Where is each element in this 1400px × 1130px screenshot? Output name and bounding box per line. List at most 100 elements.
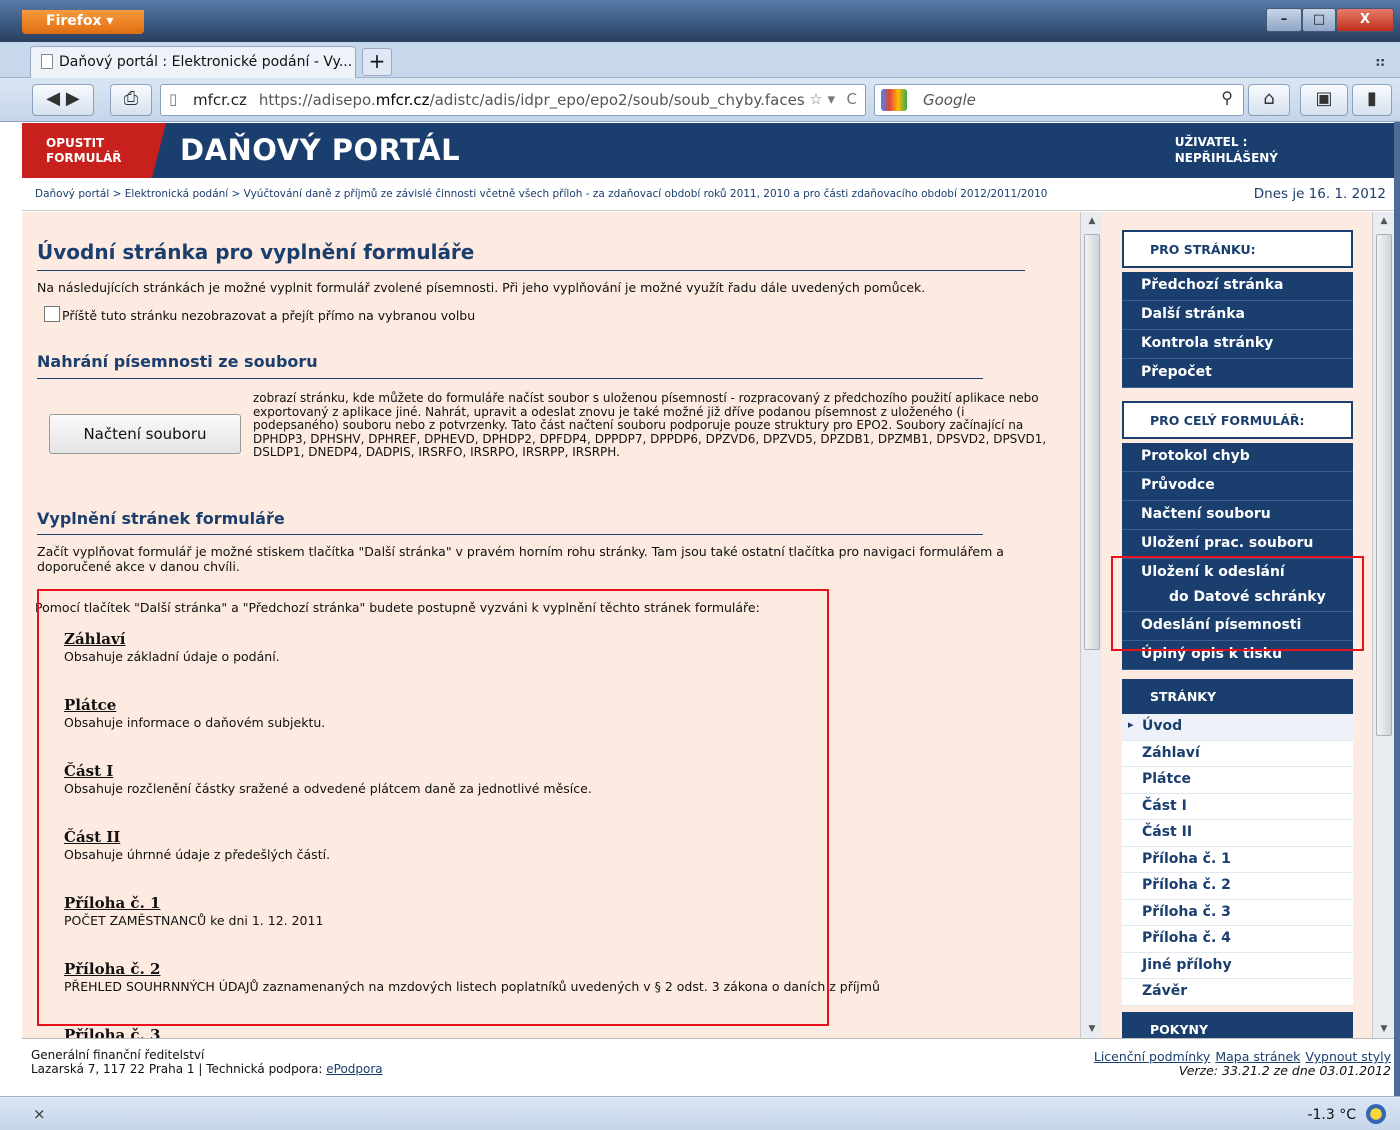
form-actions-list: Protokol chyb Průvodce Načtení souboru U…: [1122, 443, 1353, 670]
breadcrumb-bar: Daňový portál > Elektronická podání > Vy…: [22, 178, 1394, 211]
load-file-button[interactable]: Načtení souboru: [49, 414, 241, 454]
section-description: Obsahuje informace o daňovém subjektu.: [64, 715, 326, 730]
instructions-heading[interactable]: POKYNY: [1122, 1012, 1353, 1038]
bookmark-star-icon[interactable]: ☆ ▾: [809, 90, 835, 108]
site-identity[interactable]: mfcr.cz: [193, 91, 247, 109]
browser-tab[interactable]: Daňový portál : Elektronické podání - Vy…: [30, 46, 356, 78]
next-page-button[interactable]: Další stránka: [1122, 301, 1353, 330]
minimize-button[interactable]: –: [1266, 8, 1302, 32]
recalculate-button[interactable]: Přepočet: [1122, 359, 1353, 388]
upload-divider: [37, 378, 983, 379]
scroll-thumb[interactable]: [1084, 234, 1100, 650]
weather-icon[interactable]: [1366, 1104, 1386, 1124]
navigation-toolbar: ◀ ▶ ⎙ ▯ mfcr.cz https://adisepo.mfcr.cz/a…: [0, 78, 1400, 122]
portal-header: OPUSTIT FORMULÁŘ DAŇOVÝ PORTÁL UŽIVATEL …: [22, 123, 1394, 178]
section-link[interactable]: Záhlaví: [64, 630, 280, 648]
section-link[interactable]: Příloha č. 2: [64, 960, 880, 978]
breadcrumb[interactable]: Daňový portál > Elektronická podání > Vy…: [35, 188, 1047, 200]
maximize-button[interactable]: □: [1302, 8, 1336, 32]
upload-heading: Nahrání písemnosti ze souboru: [37, 352, 318, 371]
tab-title: Daňový portál : Elektronické podání - Vy…: [59, 54, 353, 70]
main-content: Úvodní stránka pro vyplnění formuláře Na…: [22, 212, 1080, 1038]
page-title: Úvodní stránka pro vyplnění formuláře: [37, 240, 475, 264]
page-link-uvod[interactable]: Úvod: [1122, 714, 1353, 741]
scroll-down-icon[interactable]: ▼: [1373, 1020, 1395, 1038]
helper-text: Pomocí tlačítek "Další stránka" a "Předc…: [35, 600, 760, 615]
page-link-cast-2[interactable]: Část II: [1122, 820, 1353, 847]
page-link-priloha-2[interactable]: Příloha č. 2: [1122, 873, 1353, 900]
main-scrollbar[interactable]: ▲ ▼: [1080, 212, 1102, 1038]
page-link-zaver[interactable]: Závěr: [1122, 979, 1353, 1006]
license-link[interactable]: Licenční podmínky: [1094, 1049, 1210, 1064]
tab-list-icon[interactable]: ⠶: [1374, 52, 1386, 71]
page-link-jine-prilohy[interactable]: Jiné přílohy: [1122, 952, 1353, 979]
addon-icon[interactable]: ▣: [1300, 84, 1348, 116]
form-sidebar: PRO STRÁNKU: Předchozí stránka Další str…: [1102, 212, 1372, 1038]
page-actions-list: Předchozí stránka Další stránka Kontrola…: [1122, 272, 1353, 388]
section-link[interactable]: Plátce: [64, 696, 325, 714]
disable-styles-link[interactable]: Vypnout styly: [1305, 1049, 1391, 1064]
section-link[interactable]: Část II: [64, 828, 330, 846]
page-link-priloha-4[interactable]: Příloha č. 4: [1122, 926, 1353, 953]
print-copy-button[interactable]: Úplný opis k tisku: [1122, 641, 1353, 670]
fill-heading: Vyplnění stránek formuláře: [37, 509, 285, 528]
bookmarks-icon[interactable]: ▮: [1352, 84, 1392, 116]
sitemap-link[interactable]: Mapa stránek: [1215, 1049, 1300, 1064]
error-log-button[interactable]: Protokol chyb: [1122, 443, 1353, 472]
prev-page-button[interactable]: Předchozí stránka: [1122, 272, 1353, 301]
url-bar[interactable]: ▯ mfcr.cz https://adisepo.mfcr.cz/adistc/…: [160, 84, 866, 116]
new-tab-button[interactable]: +: [362, 48, 392, 76]
page-link-platce[interactable]: Plátce: [1122, 767, 1353, 794]
section-priloha-2: Příloha č. 2 PŘEHLED SOUHRNNÝCH ÚDAJŮ za…: [64, 960, 880, 994]
skip-page-checkbox[interactable]: [44, 306, 60, 322]
pages-list: Úvod Záhlaví Plátce Část I Část II Přílo…: [1122, 714, 1353, 1006]
load-file-menu-button[interactable]: Načtení souboru: [1122, 501, 1353, 530]
page-icon: [41, 54, 53, 69]
sidebar-scrollbar[interactable]: ▲ ▼: [1372, 212, 1394, 1038]
page-link-priloha-1[interactable]: Příloha č. 1: [1122, 846, 1353, 873]
scroll-up-icon[interactable]: ▲: [1081, 212, 1103, 230]
submit-document-button[interactable]: Odeslání písemnosti: [1122, 612, 1353, 641]
page-link-zahlavi[interactable]: Záhlaví: [1122, 740, 1353, 767]
page-link-cast-1[interactable]: Část I: [1122, 793, 1353, 820]
close-window-button[interactable]: X: [1336, 8, 1394, 32]
section-link[interactable]: Příloha č. 3: [64, 1026, 160, 1038]
search-icon[interactable]: ⚲: [1221, 88, 1233, 107]
back-forward-button[interactable]: ◀ ▶: [32, 84, 94, 116]
scroll-down-icon[interactable]: ▼: [1081, 1020, 1103, 1038]
user-status: UŽIVATEL : NEPŘIHLÁŠENÝ: [1174, 135, 1278, 165]
section-link[interactable]: Část I: [64, 762, 592, 780]
section-priloha-3: Příloha č. 3: [64, 1026, 160, 1038]
firefox-menu-button[interactable]: Firefox ▾: [22, 10, 144, 34]
section-description: POČET ZAMĚSTNANCŮ ke dni 1. 12. 2011: [64, 913, 324, 928]
save-work-file-button[interactable]: Uložení prac. souboru: [1122, 530, 1353, 559]
portal-title: DAŇOVÝ PORTÁL: [180, 133, 461, 167]
scroll-thumb[interactable]: [1376, 234, 1392, 736]
leave-form-button[interactable]: OPUSTIT FORMULÁŘ: [22, 123, 166, 178]
home-icon[interactable]: ⌂: [1248, 84, 1290, 116]
close-addon-bar-icon[interactable]: ×: [33, 1105, 46, 1123]
section-zahlavi: Záhlaví Obsahuje základní údaje o podání…: [64, 630, 280, 664]
temperature-text: -1.3 °C: [1307, 1107, 1356, 1123]
page-link-priloha-3[interactable]: Příloha č. 3: [1122, 899, 1353, 926]
fill-description: Začít vyplňovat formulář je možné stiske…: [37, 544, 1004, 574]
section-description: PŘEHLED SOUHRNNÝCH ÚDAJŮ zaznamenaných n…: [64, 979, 880, 994]
print-icon[interactable]: ⎙: [110, 84, 152, 116]
google-icon[interactable]: [881, 89, 907, 111]
footer-address: Generální finanční ředitelství Lazarská …: [31, 1048, 383, 1076]
support-link[interactable]: ePodpora: [326, 1062, 382, 1076]
fill-divider: [37, 534, 983, 535]
search-bar[interactable]: Google ⚲: [874, 84, 1244, 116]
section-priloha-1: Příloha č. 1 POČET ZAMĚSTNANCŮ ke dni 1.…: [64, 894, 323, 928]
wizard-button[interactable]: Průvodce: [1122, 472, 1353, 501]
check-page-button[interactable]: Kontrola stránky: [1122, 330, 1353, 359]
reload-icon[interactable]: C: [847, 90, 857, 108]
page-footer: Generální finanční ředitelství Lazarská …: [22, 1038, 1394, 1086]
skip-page-label[interactable]: Příště tuto stránku nezobrazovat a přejí…: [62, 308, 475, 323]
scroll-up-icon[interactable]: ▲: [1373, 212, 1395, 230]
section-platce: Plátce Obsahuje informace o daňovém subj…: [64, 696, 325, 730]
save-for-databox-button[interactable]: Uložení k odeslání do Datové schránky: [1122, 559, 1353, 612]
window-left-margin: [0, 122, 22, 1038]
section-link[interactable]: Příloha č. 1: [64, 894, 323, 912]
section-cast-2: Část II Obsahuje úhrnné údaje z předešlý…: [64, 828, 330, 862]
